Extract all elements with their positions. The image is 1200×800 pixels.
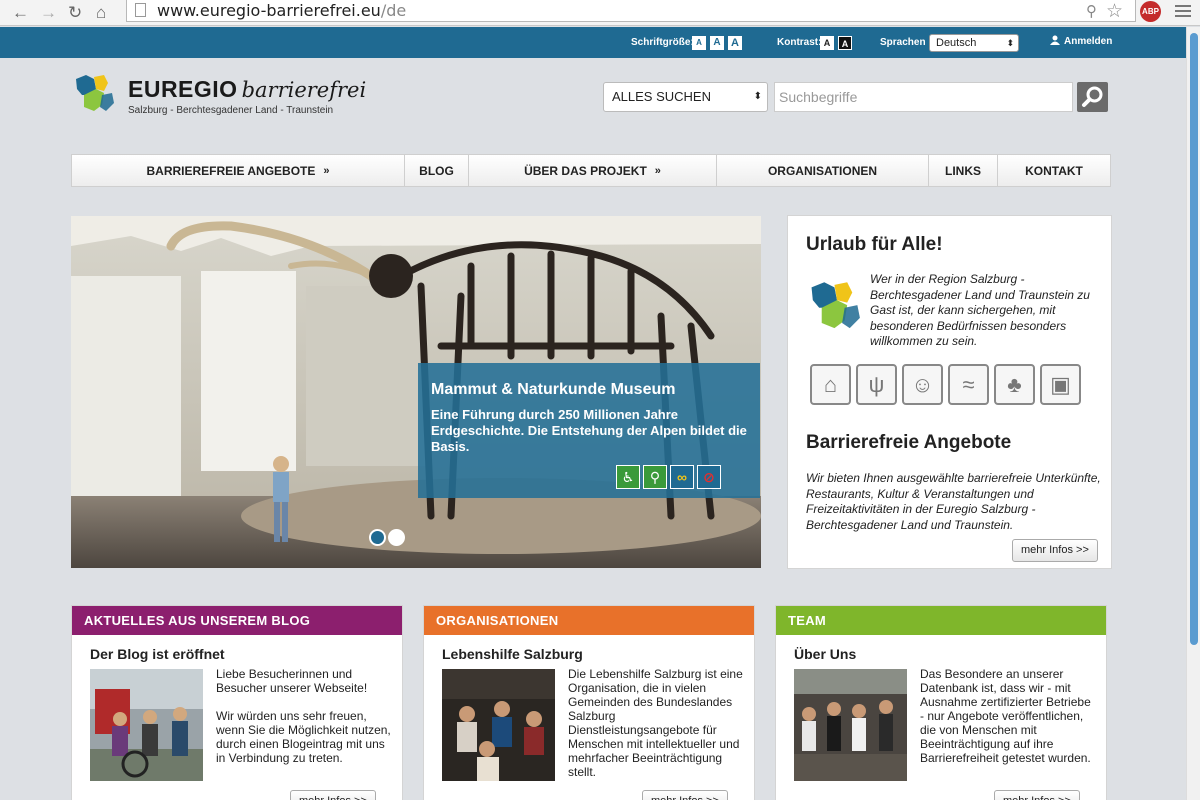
slider-dot-1[interactable] [369, 529, 386, 546]
organisation-title[interactable]: Lebenshilfe Salzburg [442, 646, 583, 662]
browser-toolbar: ← → ↻ ⌂ www.euregio-barrierefrei.eu/de ⚲… [0, 0, 1200, 26]
blog-post-image[interactable] [90, 669, 203, 781]
user-icon [1050, 35, 1060, 45]
search-input[interactable]: Suchbegriffe [774, 82, 1073, 112]
team-text: Das Besondere an unserer Datenbank ist, … [920, 667, 1091, 765]
site-logo[interactable]: EUREGIO barrierefrei Salzburg - Berchtesg… [74, 73, 367, 121]
slider-pagination [369, 529, 407, 546]
blog-box: AKTUELLES AUS UNSEREM BLOG Der Blog ist … [71, 605, 403, 800]
utility-bar: Schriftgröße: A A A Kontrast: A A Sprach… [0, 27, 1186, 58]
wheelchair-icon: ♿ [616, 465, 640, 489]
organisations-box-header: ORGANISATIONEN [424, 606, 754, 635]
site-title: EUREGIO barrierefrei [128, 76, 367, 102]
team-box-header: TEAM [776, 606, 1106, 635]
bookmark-star-icon[interactable]: ☆ [1106, 0, 1123, 23]
submenu-arrow-icon: » [654, 164, 661, 177]
select-arrows-icon: ⬍ [753, 91, 762, 102]
info-sidebox: Urlaub für Alle! Wer in der Region Salzb… [787, 215, 1112, 569]
organisations-box: ORGANISATIONEN Lebenshilfe Salzburg Die … [423, 605, 755, 800]
hearing-impaired-icon: ⊘ [697, 465, 721, 489]
sidebox-more-button[interactable]: mehr Infos >> [1012, 539, 1098, 562]
blog-more-button[interactable]: mehr Infos >> [290, 790, 376, 800]
bus-icon[interactable]: ▣ [1040, 364, 1081, 405]
blog-post-title[interactable]: Der Blog ist eröffnet [90, 646, 225, 662]
team-title[interactable]: Über Uns [794, 646, 856, 662]
nav-item-kontakt[interactable]: KONTAKT [998, 155, 1110, 186]
sidebox-offers-text: Wir bieten Ihnen ausgewählte barrierefre… [806, 471, 1101, 532]
tree-icon[interactable]: ♣ [994, 364, 1035, 405]
hero-title: Mammut & Naturkunde Museum [431, 381, 676, 398]
page-scrollbar[interactable] [1186, 27, 1200, 800]
submenu-arrow-icon: » [323, 164, 330, 177]
font-size-medium-button[interactable]: A [710, 36, 724, 50]
font-size-label: Schriftgröße: [631, 37, 694, 48]
swimming-icon[interactable]: ≈ [948, 364, 989, 405]
reload-icon[interactable]: ↻ [68, 3, 82, 23]
sidebox-heading: Urlaub für Alle! [806, 234, 943, 255]
organisation-image[interactable] [442, 669, 555, 781]
search-icon [1082, 86, 1103, 107]
walking-aid-icon: ⚲ [643, 465, 667, 489]
nav-item-ueber-das-projekt[interactable]: ÜBER DAS PROJEKT» [469, 155, 717, 186]
contrast-label: Kontrast: [777, 37, 822, 48]
font-size-large-button[interactable]: A [728, 36, 742, 50]
language-label: Sprachen [880, 37, 926, 48]
blog-box-header: AKTUELLES AUS UNSEREM BLOG [72, 606, 402, 635]
slider-dot-2[interactable] [388, 529, 405, 546]
forward-icon[interactable]: → [40, 3, 57, 23]
nav-item-organisationen[interactable]: ORGANISATIONEN [717, 155, 929, 186]
nav-item-links[interactable]: LINKS [929, 155, 998, 186]
nav-item-blog[interactable]: BLOG [405, 155, 469, 186]
blog-post-text: Liebe Besucherinnen und Besucher unserer… [216, 667, 391, 765]
house-icon[interactable]: ⌂ [810, 364, 851, 405]
organisation-text: Die Lebenshilfe Salzburg ist eine Organi… [568, 667, 743, 779]
euregio-map-icon [811, 282, 860, 329]
hero-description: Eine Führung durch 250 Millionen Jahre E… [431, 407, 747, 454]
site-subtitle: Salzburg - Berchtesgadener Land - Trauns… [128, 105, 334, 116]
language-select[interactable]: Deutsch ⬍ [929, 34, 1019, 52]
euregio-map-icon [76, 75, 114, 111]
select-arrows-icon: ⬍ [1006, 38, 1014, 48]
nav-item-barrierefreie-angebote[interactable]: BARRIEREFREIE ANGEBOTE» [72, 155, 405, 186]
sidebox-intro: Wer in der Region Salzburg - Berchtesgad… [870, 272, 1090, 348]
search-button[interactable] [1077, 82, 1108, 112]
url-text: www.euregio-barrierefrei.eu/de [157, 1, 407, 20]
main-navigation: BARRIEREFREIE ANGEBOTE» BLOG ÜBER DAS PR… [71, 154, 1111, 187]
sidebox-heading-offers: Barrierefreie Angebote [806, 432, 1012, 453]
contrast-high-button[interactable]: A [838, 36, 852, 50]
address-bar[interactable]: www.euregio-barrierefrei.eu/de [126, 0, 1136, 22]
home-icon[interactable]: ⌂ [96, 3, 106, 23]
glasses-icon: ∞ [670, 465, 694, 489]
font-size-small-button[interactable]: A [692, 36, 706, 50]
organisations-more-button[interactable]: mehr Infos >> [642, 790, 728, 800]
scrollbar-thumb[interactable] [1190, 33, 1198, 645]
login-link[interactable]: Anmelden [1050, 35, 1112, 47]
theater-mask-icon[interactable]: ☺ [902, 364, 943, 405]
fork-knife-icon[interactable]: ψ [856, 364, 897, 405]
browser-menu-icon[interactable] [1175, 5, 1191, 20]
page-icon [135, 3, 146, 17]
category-icons: ⌂ ψ ☺ ≈ ♣ ▣ [810, 364, 1086, 405]
adblock-icon[interactable]: ABP [1140, 1, 1161, 22]
accessibility-icons: ♿ ⚲ ∞ ⊘ [616, 465, 724, 489]
team-box: TEAM Über Uns Das Besondere an unserer D… [775, 605, 1107, 800]
team-more-button[interactable]: mehr Infos >> [994, 790, 1080, 800]
contrast-normal-button[interactable]: A [820, 36, 834, 50]
zoom-icon[interactable]: ⚲ [1086, 2, 1097, 20]
back-icon[interactable]: ← [12, 3, 29, 23]
team-image[interactable] [794, 669, 907, 781]
search-category-select[interactable]: ALLES SUCHEN ⬍ [603, 82, 768, 112]
